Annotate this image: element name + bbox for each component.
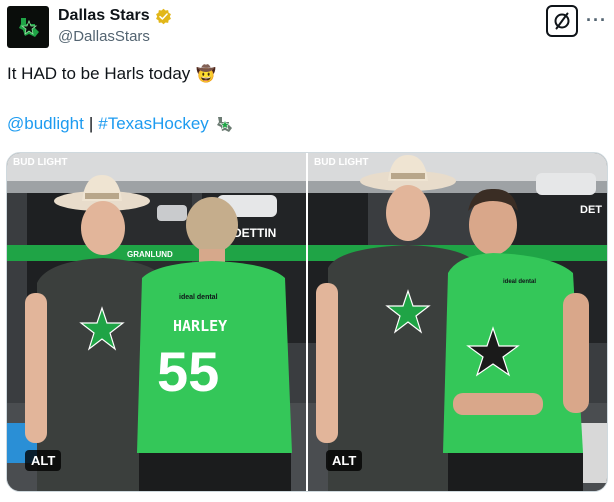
bud-light-logo: BUD LIGHT: [13, 157, 67, 168]
jersey-name: HARLEY: [173, 317, 227, 335]
grok-button[interactable]: [546, 5, 578, 37]
separator: |: [88, 114, 94, 133]
avatar[interactable]: [7, 6, 49, 48]
photo-1-image: DETTIN GRANLUND BUD LIGHT ideal dental H…: [7, 153, 306, 491]
cowboy-emoji-icon: 🤠: [196, 66, 217, 83]
more-options-button[interactable]: ···: [586, 10, 607, 31]
author-name-row[interactable]: Dallas Stars: [58, 7, 172, 25]
media-grid: DETTIN GRANLUND BUD LIGHT ideal dental H…: [6, 152, 608, 492]
nameplate-dettin: DETTIN: [233, 226, 276, 240]
alt-badge[interactable]: ALT: [25, 450, 62, 471]
shirt-sponsor: ideal dental: [503, 279, 536, 285]
bud-light-logo: BUD LIGHT: [314, 157, 368, 168]
display-name[interactable]: Dallas Stars: [58, 7, 150, 25]
tweet-body: It HAD to be Harls today: [7, 64, 191, 83]
hashtag-link[interactable]: #TexasHockey: [98, 114, 209, 134]
jersey-sponsor: ideal dental: [179, 294, 218, 301]
photo-2-image: DET BUD LIGHT ideal dental: [308, 153, 607, 491]
alt-badge[interactable]: ALT: [326, 450, 363, 471]
texas-stars-emoji-icon: [216, 117, 232, 132]
jersey-number: 55: [157, 340, 219, 403]
dallas-stars-logo-icon: [19, 18, 39, 37]
verified-badge-icon: [155, 8, 171, 24]
mention-link[interactable]: @budlight: [7, 114, 84, 134]
tweet-tags: @budlight | #TexasHockey: [7, 114, 234, 134]
tweet-text: It HAD to be Harls today 🤠: [7, 64, 216, 84]
photo-2[interactable]: DET BUD LIGHT ideal dental ALT: [308, 153, 607, 491]
nameplate-granlund: GRANLUND: [127, 250, 173, 259]
grok-icon: [554, 12, 570, 30]
nameplate-det: DET: [580, 204, 602, 216]
author-handle[interactable]: @DallasStars: [58, 28, 150, 45]
photo-1[interactable]: DETTIN GRANLUND BUD LIGHT ideal dental H…: [7, 153, 306, 491]
